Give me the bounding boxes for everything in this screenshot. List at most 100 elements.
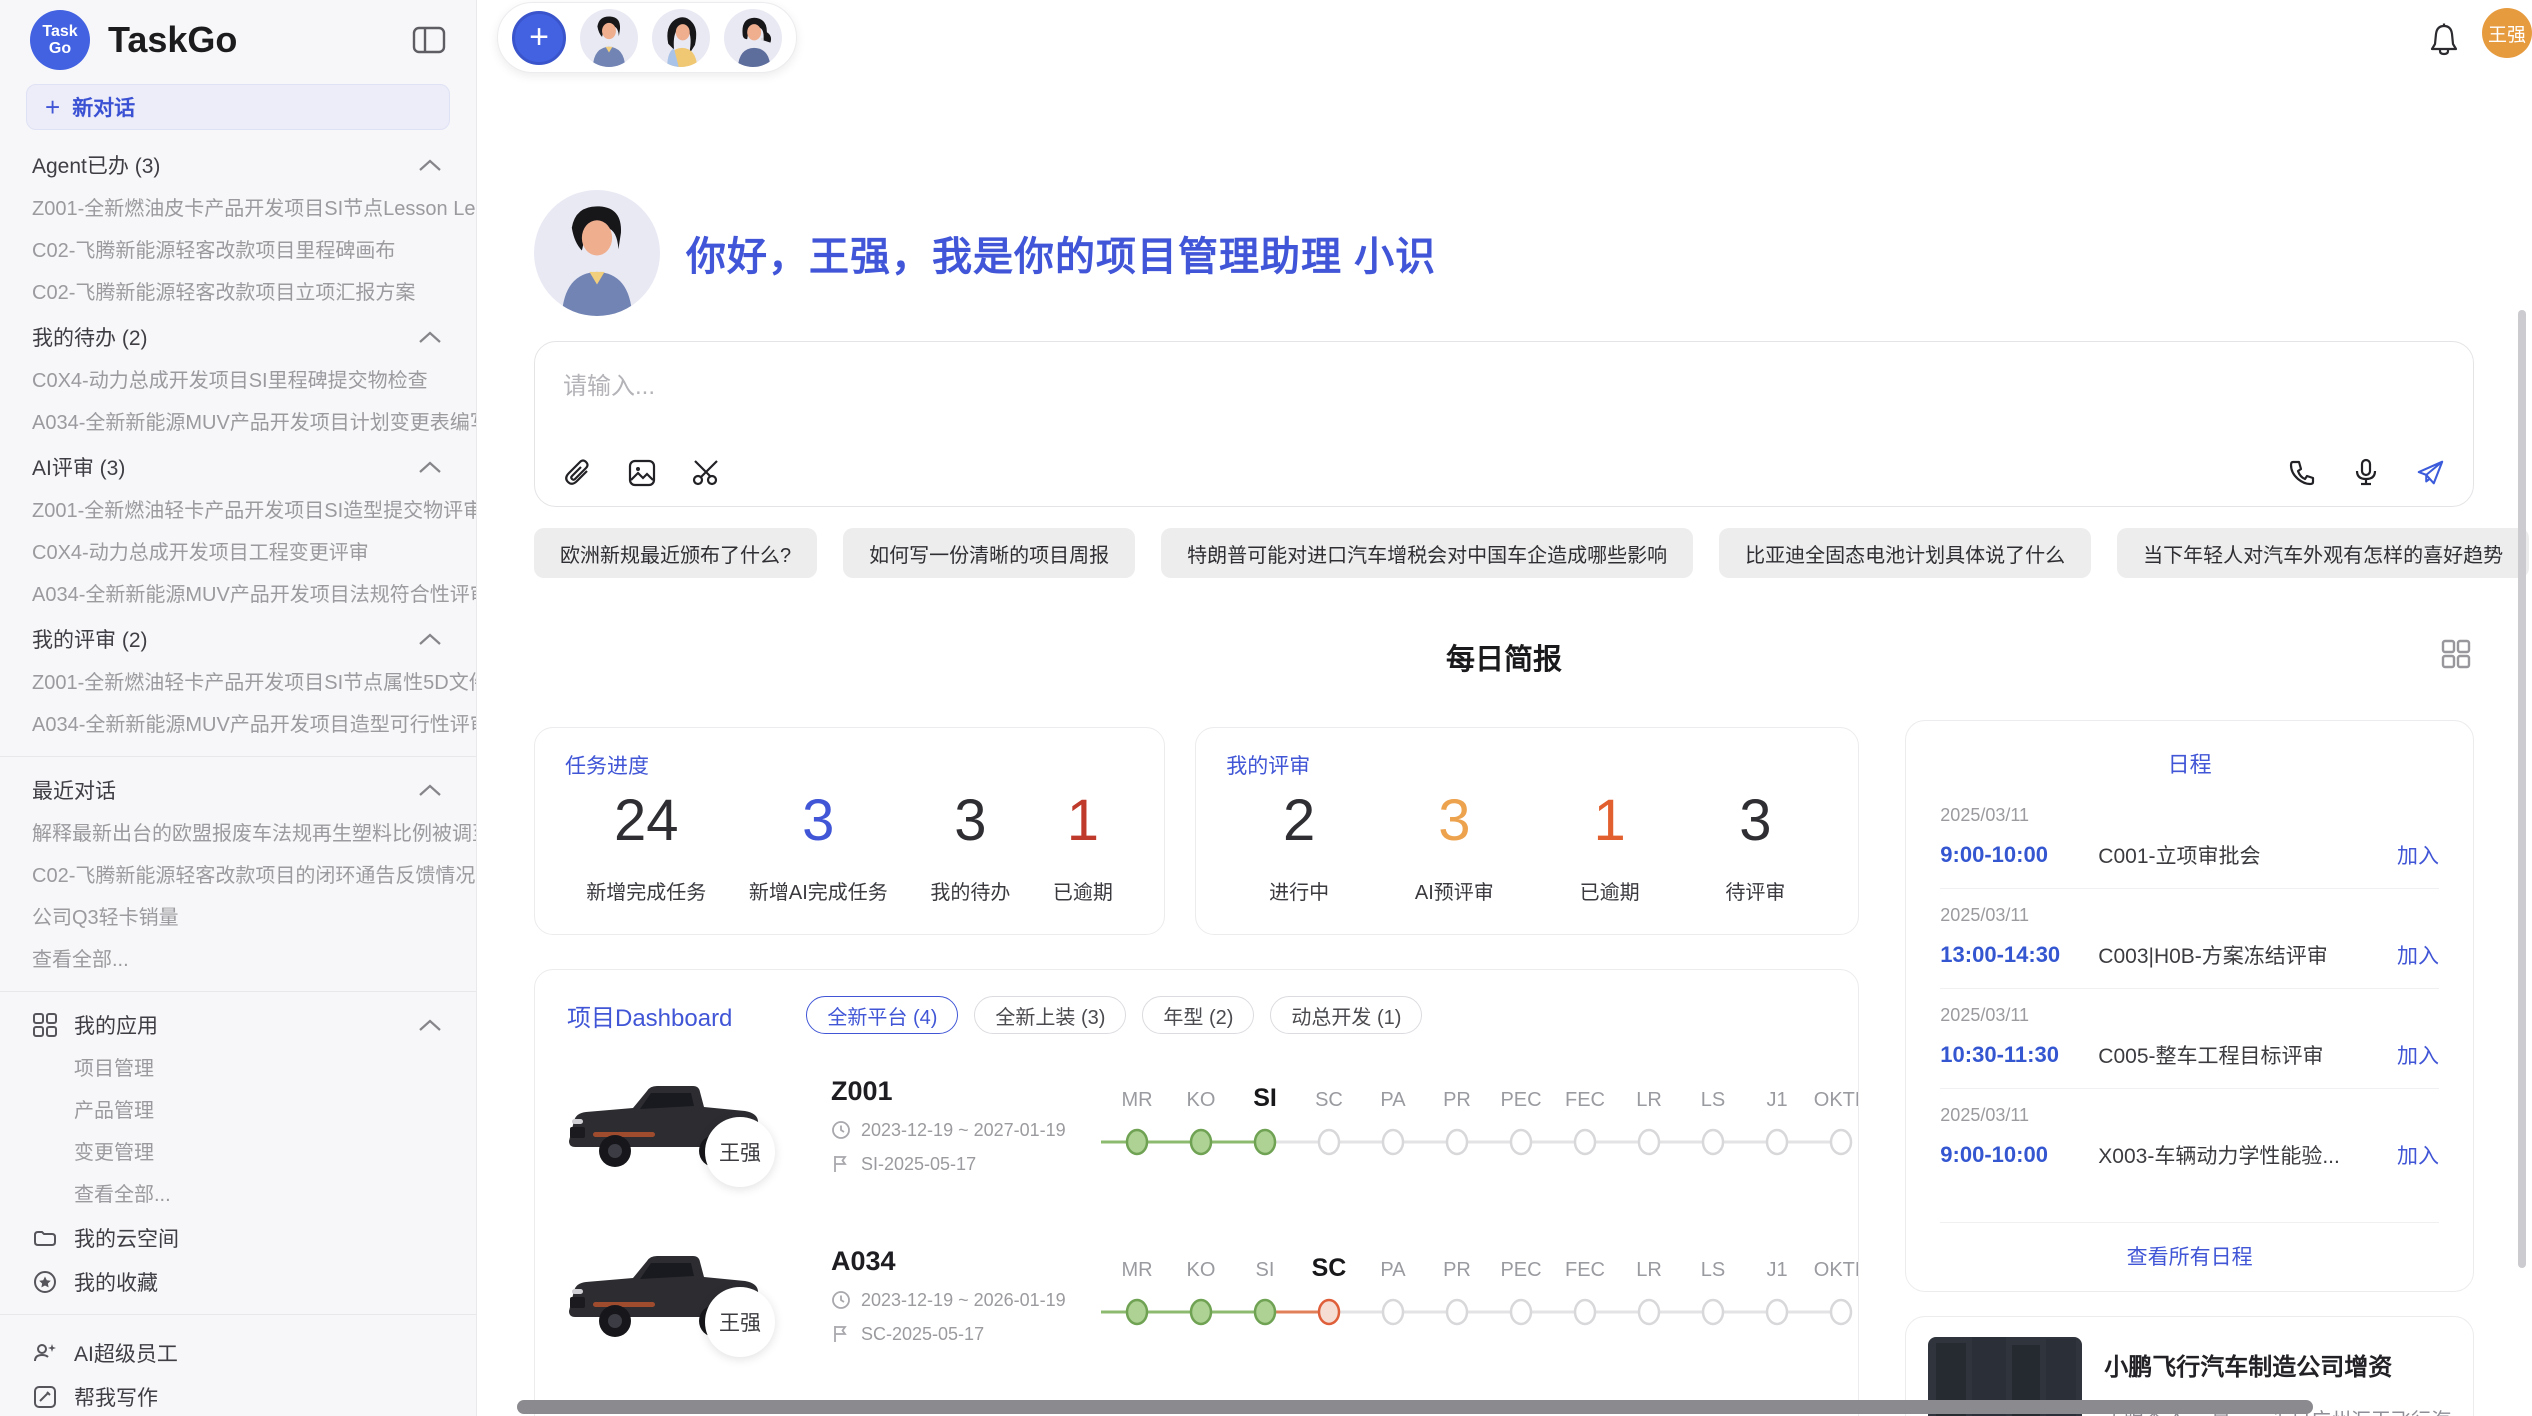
- sidebar-item[interactable]: C0X4-动力总成开发项目SI里程碑提交物检查: [0, 360, 476, 402]
- view-all-schedule-link[interactable]: 查看所有日程: [1940, 1222, 2439, 1271]
- write-icon: [32, 1384, 58, 1410]
- section-header-my-review[interactable]: 我的评审 (2): [0, 616, 476, 662]
- image-icon[interactable]: [627, 458, 657, 488]
- owner-name: 王强: [719, 1137, 761, 1167]
- stat: 3 新增AI完成任务: [749, 792, 888, 905]
- send-icon[interactable]: [2415, 458, 2445, 488]
- bell-icon[interactable]: [2427, 22, 2461, 58]
- project-row[interactable]: 王强 Z001 2023-12-19 ~ 2027-01-19 SI: [563, 1046, 1830, 1204]
- schedule-date: 2025/03/11: [1940, 1105, 2439, 1126]
- project-image: 王强: [563, 1245, 775, 1345]
- dashboard-tab[interactable]: 全新平台 (4): [806, 996, 958, 1034]
- stat-value: 1: [1067, 792, 1099, 850]
- section-header-recent-chats[interactable]: 最近对话: [0, 767, 476, 813]
- sidebar-item-write-helper[interactable]: 帮我写作: [0, 1375, 476, 1416]
- suggestion-chip[interactable]: 当下年轻人对汽车外观有怎样的喜好趋势: [2117, 528, 2529, 578]
- sidebar-item[interactable]: Z001-全新燃油轻卡产品开发项目SI造型提交物评审: [0, 490, 476, 532]
- vertical-scrollbar[interactable]: [2518, 310, 2526, 1268]
- milestone-track: MRKOSISCPAPRPECFECLRLSJ1OKTB: [1093, 1060, 1830, 1190]
- join-button[interactable]: 加入: [2397, 940, 2439, 970]
- dashboard-tab[interactable]: 全新上装 (3): [974, 996, 1126, 1034]
- sidebar-item-ai-staff[interactable]: AI超级员工: [0, 1331, 476, 1375]
- card-title: 任务进度: [565, 750, 1134, 780]
- join-button[interactable]: 加入: [2397, 1040, 2439, 1070]
- chat-input[interactable]: [563, 366, 2445, 458]
- section-title: 我的待办 (2): [32, 322, 148, 352]
- section-header-agent-done[interactable]: Agent已办 (3): [0, 142, 476, 188]
- project-info: A034 2023-12-19 ~ 2026-01-19 SC-2025-05-…: [831, 1246, 1093, 1345]
- recent-chat-item[interactable]: C02-飞腾新能源轻客改款项目的闭环通告反馈情况: [0, 855, 476, 897]
- app-item[interactable]: 项目管理: [0, 1048, 476, 1090]
- sidebar-item[interactable]: C0X4-动力总成开发项目工程变更评审: [0, 532, 476, 574]
- sidebar-item[interactable]: C02-飞腾新能源轻客改款项目立项汇报方案: [0, 272, 476, 314]
- chevron-up-icon: [418, 158, 442, 172]
- join-button[interactable]: 加入: [2397, 1140, 2439, 1170]
- recent-chat-item[interactable]: 解释最新出台的欧盟报废车法规再生塑料比例被调至15%...: [0, 813, 476, 855]
- sidebar-item-cloud-space[interactable]: 我的云空间: [0, 1216, 476, 1260]
- recent-chat-item[interactable]: 公司Q3轻卡销量: [0, 897, 476, 939]
- project-row[interactable]: 王强 A034 2023-12-19 ~ 2026-01-19 SC: [563, 1216, 1830, 1374]
- sidebar-item[interactable]: Z001-全新燃油轻卡产品开发项目SI节点属性5D文件评审: [0, 662, 476, 704]
- divider: [0, 991, 476, 992]
- panel-collapse-icon[interactable]: [412, 25, 446, 55]
- suggestion-chip[interactable]: 欧洲新规最近颁布了什么?: [534, 528, 817, 578]
- project-dates: 2023-12-19 ~ 2026-01-19: [831, 1290, 1093, 1311]
- scissors-icon[interactable]: [691, 458, 721, 488]
- stat-value: 3: [802, 792, 834, 850]
- suggestion-chip[interactable]: 特朗普可能对进口汽车增税会对中国车企造成哪些影响: [1161, 528, 1693, 578]
- stat-label: 已逾期: [1580, 876, 1640, 905]
- section-header-ai-review[interactable]: AI评审 (3): [0, 444, 476, 490]
- suggestion-chip[interactable]: 如何写一份清晰的项目周报: [843, 528, 1135, 578]
- stat-label: 待评审: [1725, 876, 1785, 905]
- favorites-icon: [32, 1269, 58, 1295]
- app-item[interactable]: 查看全部...: [0, 1174, 476, 1216]
- join-button[interactable]: 加入: [2397, 840, 2439, 870]
- sidebar-item-favorites[interactable]: 我的收藏: [0, 1260, 476, 1304]
- dashboard-tab[interactable]: 动总开发 (1): [1270, 996, 1422, 1034]
- project-dashboard-card: 项目Dashboard 全新平台 (4)全新上装 (3)年型 (2)动总开发 (…: [534, 969, 1859, 1416]
- stat-label: 已逾期: [1053, 876, 1113, 905]
- left-column: 任务进度 24 新增完成任务 3 新增AI完成任务 3: [534, 720, 1859, 1416]
- paperclip-icon[interactable]: [563, 458, 593, 488]
- chat-input-box: [534, 341, 2474, 507]
- layout-grid-icon[interactable]: [2440, 638, 2472, 670]
- horizontal-scrollbar[interactable]: [517, 1400, 2313, 1414]
- my-review-card: 我的评审 2 进行中 3 AI预评审 1: [1195, 727, 1859, 935]
- sidebar-item[interactable]: C02-飞腾新能源轻客改款项目里程碑画布: [0, 230, 476, 272]
- schedule-name: C005-整车工程目标评审: [2098, 1040, 2397, 1070]
- svg-text:OKTB: OKTB: [1814, 1089, 1860, 1111]
- section-header-my-todo[interactable]: 我的待办 (2): [0, 314, 476, 360]
- phone-icon[interactable]: [2287, 458, 2317, 488]
- section-header-my-apps[interactable]: 我的应用: [0, 1002, 476, 1048]
- svg-text:LR: LR: [1636, 1259, 1662, 1281]
- mic-icon[interactable]: [2351, 458, 2381, 488]
- owner-badge: 王强: [705, 1287, 775, 1357]
- recent-chat-item[interactable]: 查看全部...: [0, 939, 476, 981]
- avatar[interactable]: [652, 9, 710, 67]
- svg-text:FEC: FEC: [1565, 1089, 1605, 1111]
- avatar[interactable]: [580, 9, 638, 67]
- svg-text:FEC: FEC: [1565, 1259, 1605, 1281]
- dashboard-tab[interactable]: 年型 (2): [1142, 996, 1254, 1034]
- schedule-name: C001-立项审批会: [2098, 840, 2397, 870]
- sidebar-item[interactable]: Z001-全新燃油皮卡产品开发项目SI节点Lesson Learn报告: [0, 188, 476, 230]
- milestone-track: MRKOSISCPAPRPECFECLRLSJ1OKTB: [1093, 1230, 1830, 1360]
- svg-text:OKTB: OKTB: [1814, 1259, 1860, 1281]
- suggestion-chip[interactable]: 比亚迪全固态电池计划具体说了什么: [1719, 528, 2091, 578]
- sidebar-item[interactable]: A034-全新新能源MUV产品开发项目法规符合性评审: [0, 574, 476, 616]
- chevron-up-icon: [418, 783, 442, 797]
- avatar[interactable]: [724, 9, 782, 67]
- user-avatar[interactable]: 王强: [2482, 8, 2532, 58]
- new-chat-button[interactable]: + 新对话: [26, 84, 450, 130]
- owner-name: 王强: [719, 1307, 761, 1337]
- sidebar-item[interactable]: A034-全新新能源MUV产品开发项目计划变更表编写: [0, 402, 476, 444]
- add-session-button[interactable]: +: [512, 11, 566, 65]
- sidebar-item[interactable]: A034-全新新能源MUV产品开发项目造型可行性评审: [0, 704, 476, 746]
- clock-icon: [831, 1290, 851, 1310]
- svg-text:PR: PR: [1443, 1259, 1471, 1281]
- app-item[interactable]: 变更管理: [0, 1132, 476, 1174]
- svg-text:LR: LR: [1636, 1089, 1662, 1111]
- stat-label: AI预评审: [1415, 876, 1494, 905]
- app-item[interactable]: 产品管理: [0, 1090, 476, 1132]
- schedule-date: 2025/03/11: [1940, 1005, 2439, 1026]
